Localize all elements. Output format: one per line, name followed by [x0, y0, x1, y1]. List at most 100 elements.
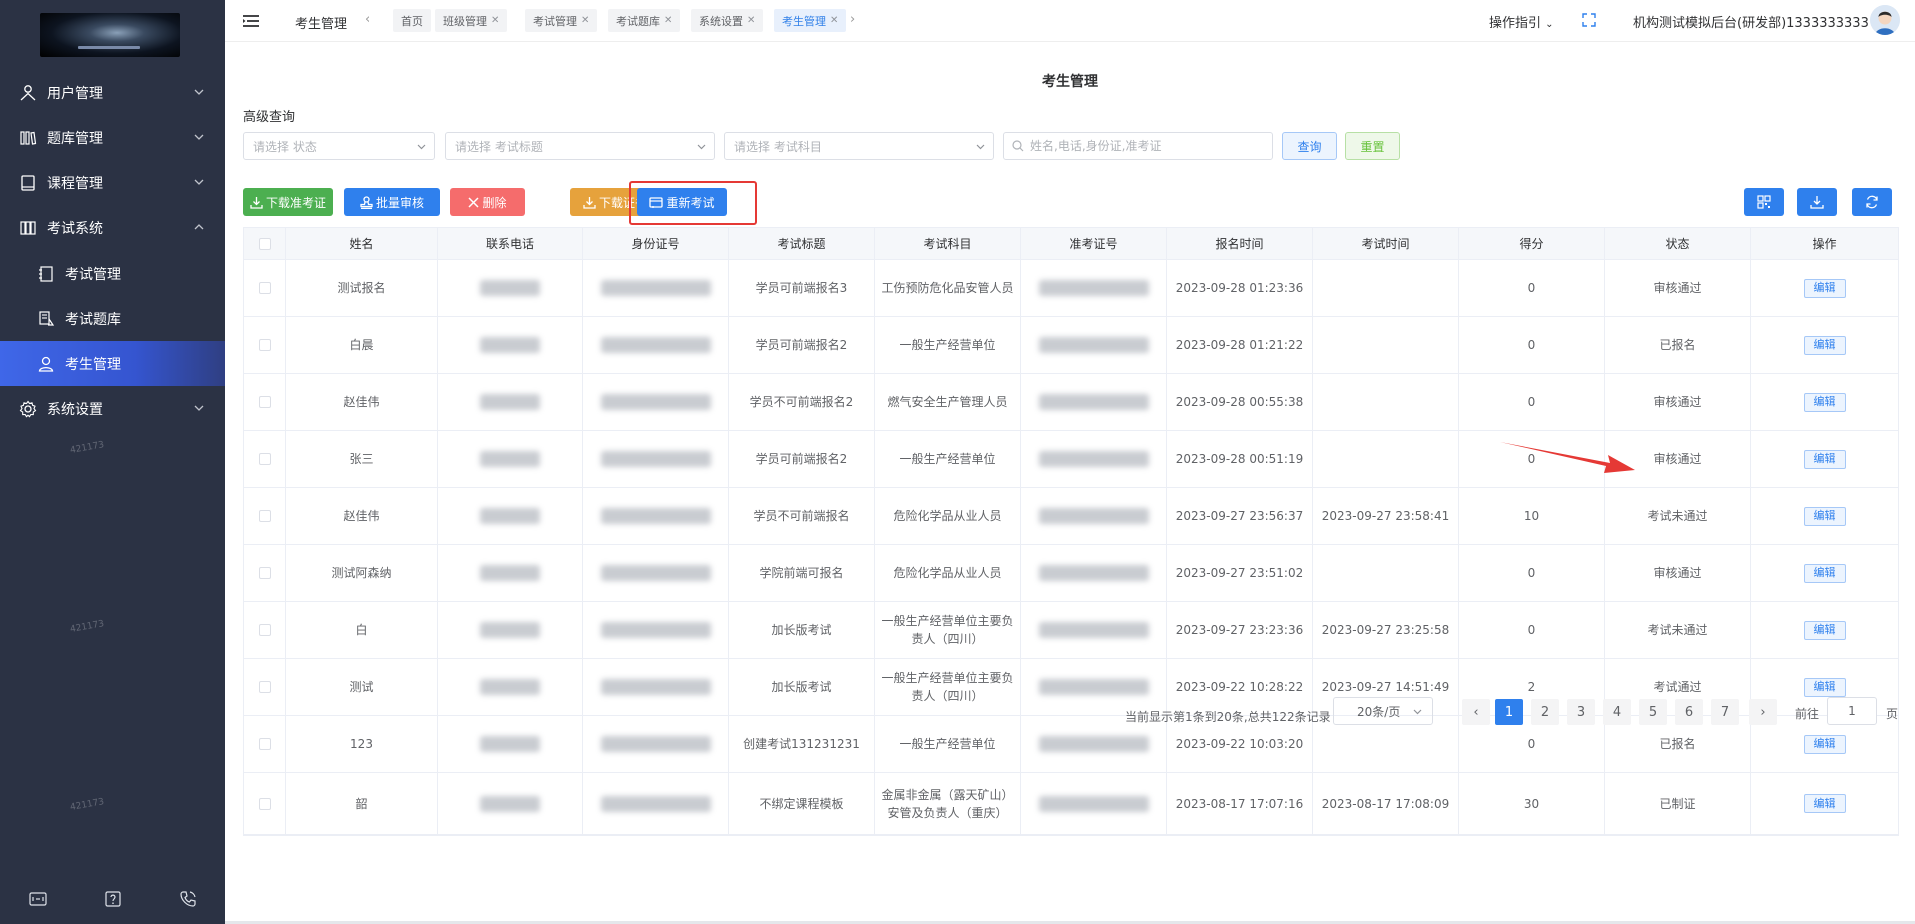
row-checkbox[interactable] — [258, 797, 271, 810]
edit-button[interactable]: 编辑 — [1803, 449, 1846, 469]
reexam-button[interactable]: 重新考试 — [637, 188, 727, 216]
sidebar-item-candidate-management[interactable]: 考生管理 — [0, 341, 225, 386]
page-size-select[interactable]: 20条/页 — [1333, 697, 1433, 725]
edit-button[interactable]: 编辑 — [1803, 794, 1846, 813]
status-select[interactable]: 请选择 状态 — [243, 132, 435, 160]
tab-exam-management[interactable]: 考试管理 ✕ — [525, 9, 598, 32]
title-cell: 创建考试131231231 — [729, 716, 875, 772]
ticket-cell — [1021, 773, 1167, 834]
exam-manage-icon — [36, 264, 56, 284]
edit-button[interactable]: 编辑 — [1803, 563, 1846, 583]
edit-button[interactable]: 编辑 — [1803, 677, 1846, 697]
delete-button[interactable]: 删除 — [450, 188, 525, 216]
subject-select[interactable]: 请选择 考试科目 — [724, 132, 994, 160]
query-button[interactable]: 查询 — [1282, 132, 1337, 160]
sidebar-item-course-management[interactable]: 课程管理 — [0, 160, 225, 205]
exam-time-cell — [1313, 260, 1459, 316]
page-button[interactable]: 6 — [1675, 699, 1703, 725]
redacted-value — [1038, 508, 1149, 524]
redacted-value — [1038, 337, 1149, 353]
sidebar-item-system-settings[interactable]: 系统设置 — [0, 386, 225, 431]
next-page-button[interactable]: › — [1749, 699, 1777, 725]
tab-home[interactable]: 首页 — [393, 9, 431, 32]
close-icon[interactable]: ✕ — [747, 15, 755, 26]
phone-cell — [438, 431, 583, 487]
tab-label: 首页 — [401, 14, 423, 28]
tabs-prev-icon[interactable]: ‹ — [365, 12, 370, 27]
row-checkbox[interactable] — [258, 396, 271, 408]
select-all-checkbox[interactable] — [258, 237, 271, 250]
edit-button[interactable]: 编辑 — [1803, 278, 1846, 298]
chevron-up-icon — [194, 224, 204, 230]
reset-button[interactable]: 重置 — [1345, 132, 1400, 160]
tab-system-settings[interactable]: 系统设置 ✕ — [691, 9, 764, 32]
row-select-cell — [244, 488, 286, 544]
row-checkbox[interactable] — [258, 681, 271, 693]
search-input[interactable] — [1030, 139, 1260, 153]
page-button[interactable]: 5 — [1639, 699, 1667, 725]
row-checkbox[interactable] — [258, 510, 271, 522]
sidebar-item-exam-system[interactable]: 考试系统 — [0, 205, 225, 250]
row-checkbox[interactable] — [258, 738, 271, 750]
book-icon — [18, 173, 38, 193]
page-button[interactable]: 1 — [1495, 699, 1523, 725]
row-select-cell — [244, 260, 286, 316]
edit-button[interactable]: 编辑 — [1803, 734, 1846, 754]
score-cell: 0 — [1459, 374, 1605, 430]
tab-exam-bank[interactable]: 考试题库 ✕ — [608, 9, 681, 32]
page-button[interactable]: 2 — [1531, 699, 1559, 725]
column-header: 考试科目 — [875, 228, 1021, 259]
sidebar-item-question-bank[interactable]: 题库管理 — [0, 115, 225, 160]
page-button[interactable]: 7 — [1711, 699, 1739, 725]
action-cell: 编辑 — [1751, 773, 1898, 834]
column-header: 身份证号 — [583, 228, 729, 259]
phone-icon[interactable] — [178, 889, 198, 909]
menu-toggle-icon[interactable] — [243, 14, 259, 28]
close-icon[interactable]: ✕ — [664, 15, 672, 26]
close-icon[interactable]: ✕ — [491, 15, 499, 26]
reg-time-cell: 2023-09-28 00:55:38 — [1167, 374, 1313, 430]
tabs-next-icon[interactable]: › — [850, 12, 855, 27]
keyboard-icon[interactable] — [28, 889, 48, 909]
avatar[interactable] — [1870, 5, 1900, 35]
guide-dropdown[interactable]: 操作指引 ⌄ — [1489, 12, 1554, 31]
sidebar-item-exam-bank[interactable]: 考试题库 — [0, 296, 225, 341]
goto-page-input[interactable] — [1827, 697, 1877, 725]
sidebar-item-user-management[interactable]: 用户管理 — [0, 70, 225, 115]
score-cell: 10 — [1459, 488, 1605, 544]
row-checkbox[interactable] — [258, 282, 271, 294]
row-select-cell — [244, 431, 286, 487]
redacted-value — [1038, 451, 1149, 467]
edit-button[interactable]: 编辑 — [1803, 335, 1846, 355]
refresh-button[interactable] — [1852, 188, 1892, 216]
edit-button[interactable]: 编辑 — [1803, 506, 1846, 526]
close-icon[interactable]: ✕ — [581, 15, 589, 26]
sidebar-item-exam-management[interactable]: 考试管理 — [0, 251, 225, 296]
page-button[interactable]: 4 — [1603, 699, 1631, 725]
tab-class-management[interactable]: 班级管理 ✕ — [435, 9, 508, 32]
watermark: 421173 — [69, 440, 105, 456]
tab-label: 考试管理 — [533, 14, 577, 28]
row-checkbox[interactable] — [258, 339, 271, 351]
table-row: 白 加长版考试 一般生产经营单位主要负责人（四川） 2023-09-27 23:23:… — [244, 602, 1898, 659]
edit-button[interactable]: 编辑 — [1803, 392, 1846, 412]
advanced-query-label: 高级查询 — [243, 110, 296, 125]
export-button[interactable] — [1797, 188, 1837, 216]
prev-page-button[interactable]: ‹ — [1462, 699, 1490, 725]
row-checkbox[interactable] — [258, 453, 271, 465]
subject-cell: 燃气安全生产管理人员 — [875, 374, 1021, 430]
help-icon[interactable] — [103, 889, 123, 909]
row-checkbox[interactable] — [258, 567, 271, 579]
fullscreen-icon[interactable] — [1582, 13, 1596, 27]
reg-time-cell: 2023-08-17 17:07:16 — [1167, 773, 1313, 834]
download-icon — [1810, 196, 1824, 209]
row-checkbox[interactable] — [258, 624, 271, 636]
page-button[interactable]: 3 — [1567, 699, 1595, 725]
tab-candidate-management[interactable]: 考生管理 ✕ — [774, 9, 847, 32]
batch-review-button[interactable]: 批量审核 — [344, 188, 440, 216]
close-icon[interactable]: ✕ — [830, 15, 838, 26]
download-ticket-button[interactable]: 下载准考证 — [243, 188, 333, 216]
qrcode-button[interactable] — [1744, 188, 1784, 216]
exam-title-select[interactable]: 请选择 考试标题 — [445, 132, 715, 160]
edit-button[interactable]: 编辑 — [1803, 620, 1846, 640]
